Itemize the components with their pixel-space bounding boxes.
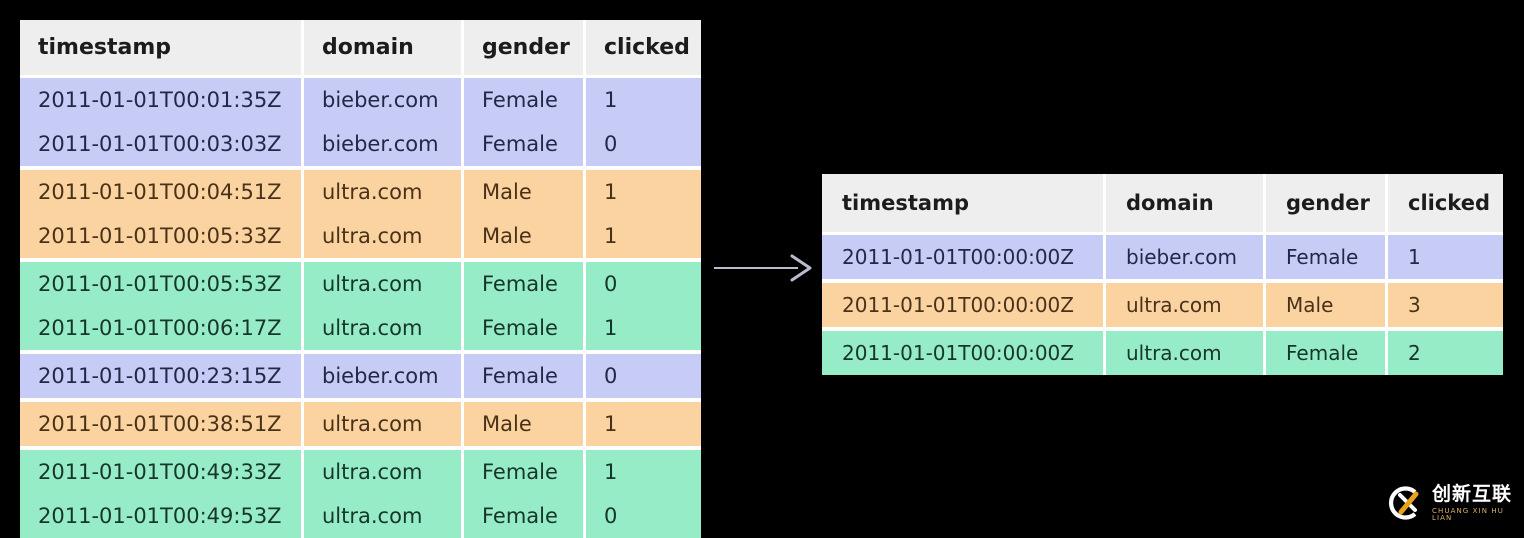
cell-timestamp: 2011-01-01T00:49:33Z [20,446,304,494]
cell-domain: ultra.com [304,398,464,446]
column-header-gender: gender [464,20,586,78]
table-row: 2011-01-01T00:00:00Z ultra.com Female 2 [822,327,1503,375]
cell-domain: ultra.com [304,306,464,350]
cell-domain: bieber.com [304,122,464,166]
column-header-domain: domain [1106,174,1266,235]
cell-domain: ultra.com [304,214,464,258]
table-row: 2011-01-01T00:00:00Z bieber.com Female 1 [822,235,1503,279]
watermark-pinyin: CHUANG XIN HU LIAN [1432,506,1504,522]
cell-domain: ultra.com [304,166,464,214]
cell-gender: Female [464,446,586,494]
cell-clicked: 0 [586,494,701,538]
cell-gender: Female [1266,235,1388,279]
cell-timestamp: 2011-01-01T00:03:03Z [20,122,304,166]
watermark-text: 创新互联 CHUANG XIN HU LIAN [1432,482,1513,522]
table-row: 2011-01-01T00:03:03Z bieber.com Female 0 [20,122,701,166]
cell-timestamp: 2011-01-01T00:49:53Z [20,494,304,538]
column-header-clicked: clicked [1388,174,1503,235]
cell-gender: Female [464,306,586,350]
cell-timestamp: 2011-01-01T00:00:00Z [822,279,1106,327]
table-row: 2011-01-01T00:01:35Z bieber.com Female 1 [20,78,701,122]
result-table: timestamp domain gender clicked 2011-01-… [822,174,1503,375]
table-header-row: timestamp domain gender clicked [20,20,701,78]
column-header-gender: gender [1266,174,1388,235]
cell-gender: Female [464,494,586,538]
cell-domain: ultra.com [304,446,464,494]
cell-domain: bieber.com [304,350,464,398]
source-table: timestamp domain gender clicked 2011-01-… [20,20,701,538]
cell-domain: ultra.com [1106,327,1266,375]
cell-timestamp: 2011-01-01T00:06:17Z [20,306,304,350]
cell-clicked: 2 [1388,327,1503,375]
table-row: 2011-01-01T00:38:51Z ultra.com Male 1 [20,398,701,446]
cell-timestamp: 2011-01-01T00:38:51Z [20,398,304,446]
cell-timestamp: 2011-01-01T00:04:51Z [20,166,304,214]
cell-gender: Female [464,122,586,166]
cell-domain: ultra.com [304,494,464,538]
watermark-chinese: 创新互联 [1432,482,1513,505]
cell-gender: Male [464,214,586,258]
cell-clicked: 1 [586,306,701,350]
table-row: 2011-01-01T00:49:33Z ultra.com Female 1 [20,446,701,494]
arrow-right-icon [714,254,812,282]
cell-clicked: 1 [586,78,701,122]
cell-timestamp: 2011-01-01T00:05:53Z [20,258,304,306]
column-header-timestamp: timestamp [822,174,1106,235]
cell-gender: Female [464,78,586,122]
result-table-body: 2011-01-01T00:00:00Z bieber.com Female 1… [822,235,1503,375]
table-header-row: timestamp domain gender clicked [822,174,1503,235]
cell-timestamp: 2011-01-01T00:05:33Z [20,214,304,258]
cell-clicked: 1 [1388,235,1503,279]
table-row: 2011-01-01T00:04:51Z ultra.com Male 1 [20,166,701,214]
cell-domain: bieber.com [304,78,464,122]
cell-clicked: 0 [586,350,701,398]
table-row: 2011-01-01T00:05:33Z ultra.com Male 1 [20,214,701,258]
cell-domain: ultra.com [1106,279,1266,327]
column-header-timestamp: timestamp [20,20,304,78]
cell-gender: Female [1266,327,1388,375]
cell-clicked: 1 [586,398,701,446]
table-row: 2011-01-01T00:49:53Z ultra.com Female 0 [20,494,701,538]
cell-gender: Female [464,258,586,306]
cell-clicked: 0 [586,122,701,166]
cell-timestamp: 2011-01-01T00:01:35Z [20,78,304,122]
cell-gender: Female [464,350,586,398]
cx-logo-icon [1389,486,1419,520]
cell-clicked: 3 [1388,279,1503,327]
cell-domain: ultra.com [304,258,464,306]
table-row: 2011-01-01T00:23:15Z bieber.com Female 0 [20,350,701,398]
cell-gender: Male [1266,279,1388,327]
column-header-clicked: clicked [586,20,701,78]
cell-timestamp: 2011-01-01T00:00:00Z [822,235,1106,279]
table-row: 2011-01-01T00:00:00Z ultra.com Male 3 [822,279,1503,327]
cell-clicked: 1 [586,166,701,214]
table-row: 2011-01-01T00:05:53Z ultra.com Female 0 [20,258,701,306]
cell-gender: Male [464,166,586,214]
table-row: 2011-01-01T00:06:17Z ultra.com Female 1 [20,306,701,350]
cell-domain: bieber.com [1106,235,1266,279]
column-header-domain: domain [304,20,464,78]
cell-timestamp: 2011-01-01T00:00:00Z [822,327,1106,375]
cell-clicked: 0 [586,258,701,306]
cell-clicked: 1 [586,446,701,494]
watermark: 创新互联 CHUANG XIN HU LIAN [1385,478,1513,528]
cell-timestamp: 2011-01-01T00:23:15Z [20,350,304,398]
cell-clicked: 1 [586,214,701,258]
cell-gender: Male [464,398,586,446]
source-table-body: 2011-01-01T00:01:35Z bieber.com Female 1… [20,78,701,538]
